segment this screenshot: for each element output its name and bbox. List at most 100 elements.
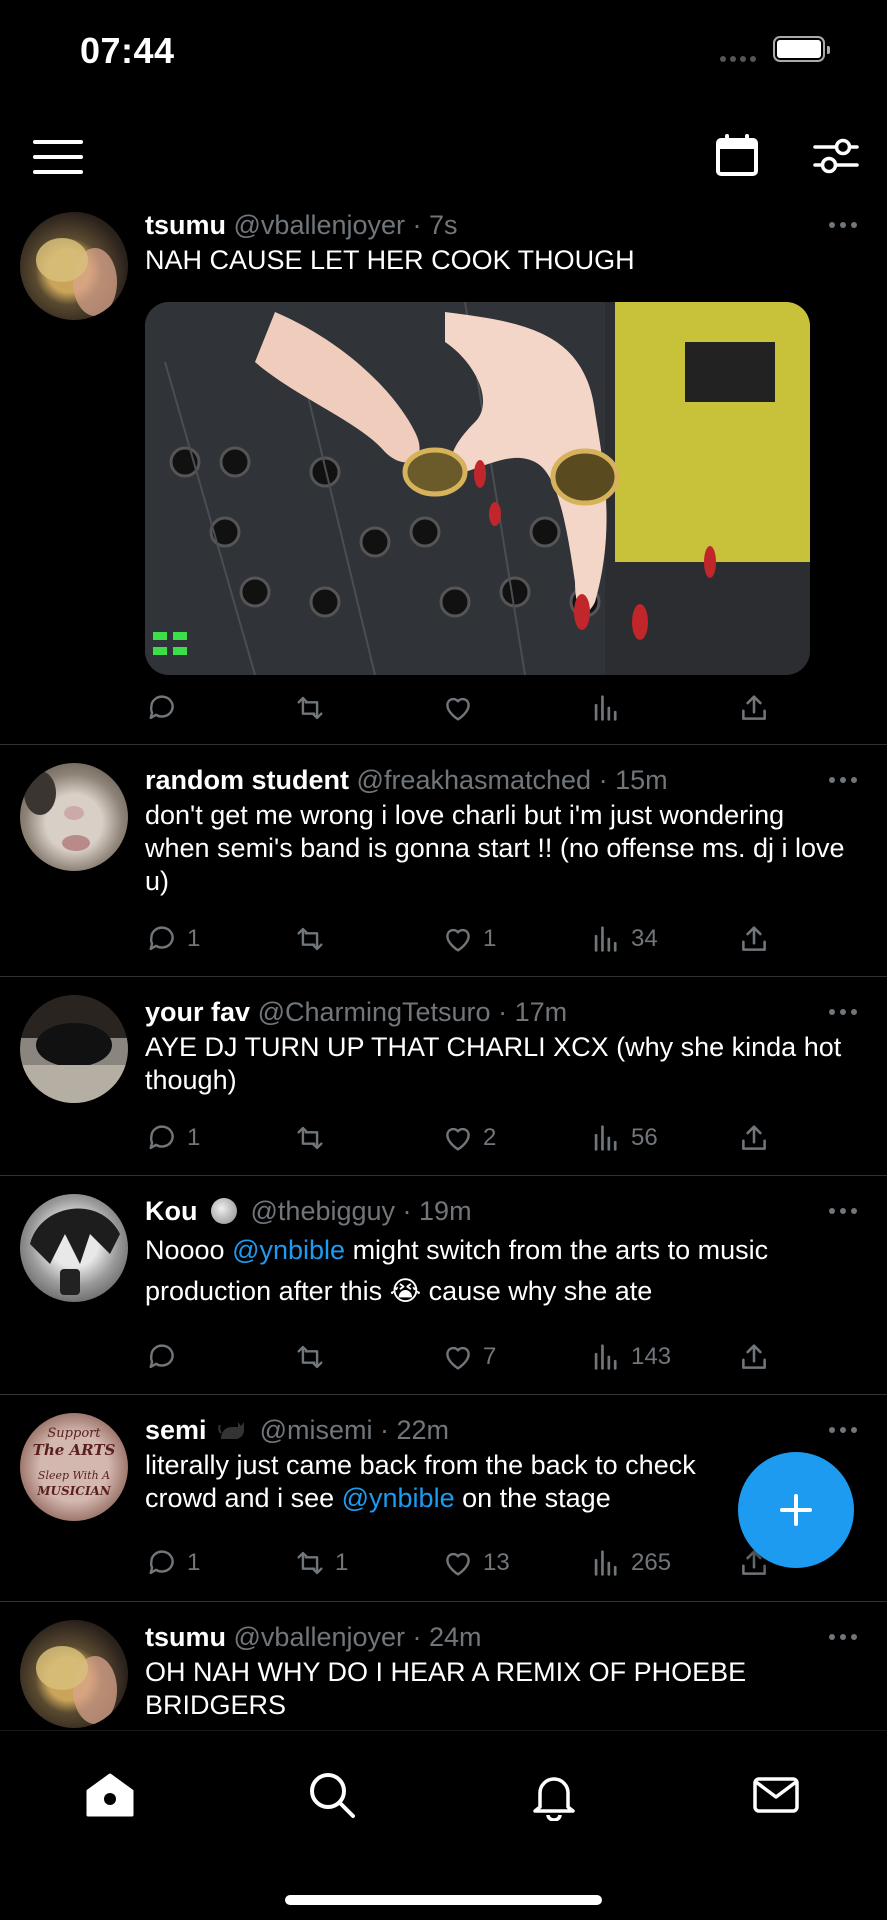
reply-button[interactable]: 1 [145,919,200,959]
avatar[interactable] [20,763,128,871]
tweet[interactable]: your fav @CharmingTetsuro · 17m AYE DJ T… [0,977,887,1176]
tweet[interactable]: tsumu @vballenjoyer · 24m OH NAH WHY DO … [0,1602,887,1730]
timestamp: · 22m [380,1415,450,1445]
home-indicator[interactable] [285,1895,602,1905]
like-icon [441,1121,475,1155]
tweet[interactable]: Kou @thebigguy · 19m Noooo @ynbible migh… [0,1176,887,1395]
views-icon [589,1340,623,1374]
like-button[interactable]: 1 [441,919,496,959]
home-icon[interactable] [84,1769,136,1821]
retweet-button[interactable] [293,1337,335,1377]
avatar[interactable] [20,995,128,1103]
mention-link[interactable]: @ynbible [342,1483,455,1513]
like-count: 7 [483,1343,497,1370]
more-options-icon[interactable] [829,1208,857,1214]
like-button[interactable]: 2 [441,1118,496,1158]
status-bar: 07:44 [0,0,887,100]
views-icon [589,1546,623,1580]
volleyball-icon [211,1198,237,1224]
views-icon [589,1121,623,1155]
reply-button[interactable]: 1 [145,1118,200,1158]
more-options-icon[interactable] [829,1009,857,1015]
status-time: 07:44 [80,30,175,71]
reply-button[interactable]: 1 [145,1543,200,1583]
user-handle[interactable]: @CharmingTetsuro [258,997,491,1027]
mail-icon[interactable] [750,1769,802,1821]
user-handle[interactable]: @freakhasmatched [357,765,592,795]
display-name[interactable]: random student [145,765,349,795]
views-button[interactable]: 56 [589,1118,658,1158]
views-button[interactable]: 143 [589,1337,671,1377]
retweet-button[interactable] [293,919,335,959]
like-count: 2 [483,1124,497,1151]
reply-count: 1 [187,1124,201,1151]
tweet-text: NAH CAUSE LET HER COOK THOUGH [145,245,635,275]
retweet-icon [293,1121,327,1155]
retweet-icon [293,1546,327,1580]
user-handle[interactable]: @thebigguy [251,1196,396,1226]
tweet-actions: 1 1 34 [145,919,785,959]
share-button[interactable] [737,919,771,959]
retweet-icon [293,922,327,956]
share-button[interactable] [737,688,771,728]
display-name[interactable]: semi [145,1415,207,1445]
like-button[interactable]: 7 [441,1337,496,1377]
tweet-actions: 1 1 13 265 [145,1543,785,1583]
tweet-actions [145,688,785,728]
reply-icon [145,1121,179,1155]
share-icon [737,1340,771,1374]
black-cat-icon [218,1422,245,1439]
svg-text:The ARTS: The ARTS [33,1441,116,1459]
display-name[interactable]: tsumu [145,210,226,240]
like-icon [441,691,475,725]
views-count: 143 [631,1343,672,1370]
mention-link[interactable]: @ynbible [232,1235,345,1265]
display-name[interactable]: tsumu [145,1622,226,1652]
avatar[interactable] [20,1620,128,1728]
timestamp: · 15m [598,765,668,795]
retweet-button[interactable] [293,688,335,728]
reply-button[interactable] [145,1337,187,1377]
timestamp: · 19m [402,1196,472,1226]
retweet-button[interactable]: 1 [293,1543,348,1583]
avatar[interactable]: Support The ARTS Sleep With A MUSICIAN [20,1413,128,1521]
tweet-text: OH NAH WHY DO I HEAR A REMIX OF PHOEBE B… [145,1657,747,1720]
like-count: 13 [483,1549,510,1576]
share-button[interactable] [737,1118,771,1158]
menu-icon[interactable] [33,140,83,174]
svg-text:Support: Support [47,1426,101,1441]
views-button[interactable]: 34 [589,919,658,959]
more-options-icon[interactable] [829,1427,857,1433]
calendar-icon[interactable] [714,132,760,178]
svg-text:Sleep With A: Sleep With A [38,1469,110,1482]
more-options-icon[interactable] [829,777,857,783]
reply-button[interactable] [145,688,187,728]
views-button[interactable]: 265 [589,1543,671,1583]
user-handle[interactable]: @misemi [260,1415,373,1445]
share-button[interactable] [737,1337,771,1377]
tweet-media-image[interactable] [145,302,810,675]
views-count: 34 [631,925,658,952]
more-options-icon[interactable] [829,1634,857,1640]
display-name[interactable]: Kou [145,1196,197,1226]
reply-icon [145,922,179,956]
search-icon[interactable] [306,1769,358,1821]
compose-button[interactable] [738,1452,854,1568]
tweet[interactable]: random student @freakhasmatched · 15m do… [0,745,887,977]
tweet[interactable]: tsumu @vballenjoyer · 7s NAH CAUSE LET H… [0,200,887,745]
avatar[interactable] [20,212,128,320]
sliders-icon[interactable] [812,132,860,180]
like-button[interactable] [441,688,483,728]
views-button[interactable] [589,688,631,728]
tweet-actions: 1 2 56 [145,1118,785,1158]
like-button[interactable]: 13 [441,1543,510,1583]
avatar[interactable] [20,1194,128,1302]
retweet-button[interactable] [293,1118,335,1158]
more-options-icon[interactable] [829,222,857,228]
display-name[interactable]: your fav [145,997,250,1027]
bell-icon[interactable] [528,1769,580,1821]
user-handle[interactable]: @vballenjoyer [234,210,406,240]
user-handle[interactable]: @vballenjoyer [234,1622,406,1652]
like-icon [441,922,475,956]
retweet-icon [293,691,327,725]
